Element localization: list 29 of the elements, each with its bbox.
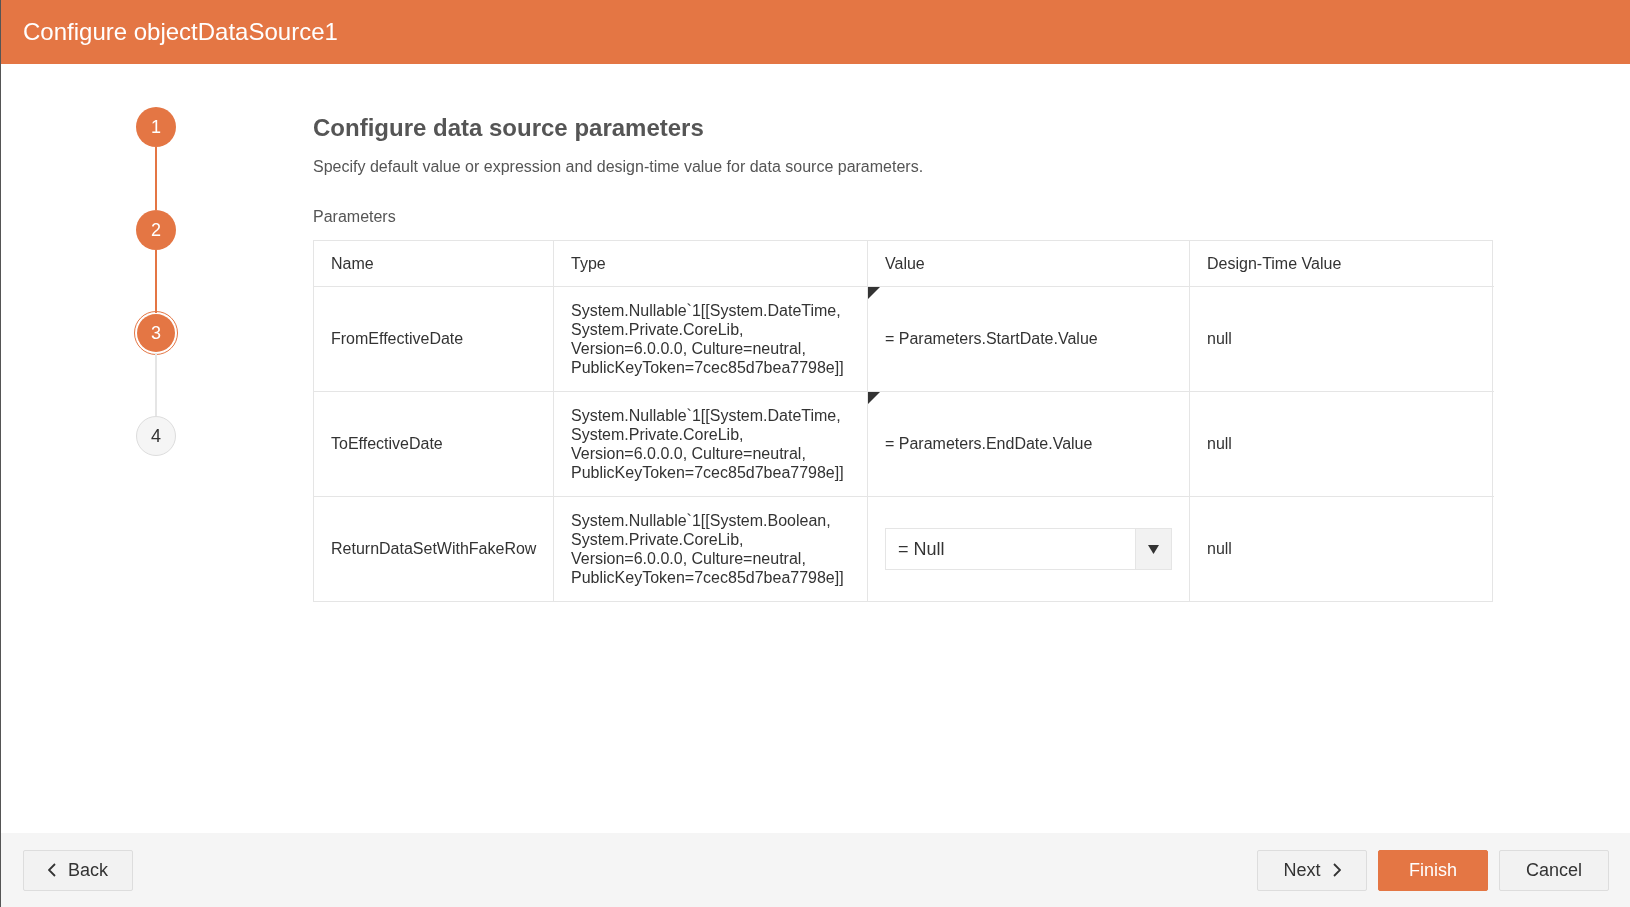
column-header: Design-Time Value (1190, 241, 1494, 287)
step-circle[interactable]: 4 (136, 416, 176, 456)
table-cell: System.Nullable`1[[System.Boolean, System.Private.CoreLib, Version=6.0.0.0, Culture=neutral, PublicKeyToken=7cec85d7bea7798e]] (554, 497, 868, 601)
window-title: Configure objectDataSource1 (23, 18, 338, 46)
expression-value[interactable]: = Parameters.StartDate.Value (885, 330, 1098, 348)
section-label: Parameters (313, 208, 397, 226)
table-cell: null (1190, 287, 1494, 392)
table-cell: ReturnDataSetWithFakeRow (314, 497, 554, 601)
page-description: Specify default value or expression and design-time value for data source parameters. (313, 158, 925, 176)
table-cell-text: null (1206, 539, 1233, 559)
dropdown-caret-icon (1148, 544, 1159, 554)
column-header: Type (554, 241, 868, 287)
chevron-right-icon (1332, 863, 1341, 877)
chevron-left-icon (48, 863, 56, 877)
column-header: Name (314, 241, 554, 287)
column-header: Value (868, 241, 1190, 287)
expression-value[interactable]: = Parameters.EndDate.Value (885, 435, 1093, 453)
cancel-button[interactable]: Cancel (1499, 849, 1609, 891)
table-cell: FromEffectiveDate (314, 287, 554, 392)
page-heading: Configure data source parameters (313, 114, 705, 142)
table-cell: ToEffectiveDate (314, 392, 554, 497)
next-button[interactable]: Next (1257, 849, 1367, 891)
step-connector (155, 147, 157, 210)
table-cell: System.Nullable`1[[System.DateTime, System.Private.CoreLib, Version=6.0.0.0, Culture=neutral, PublicKeyToken=7cec85d7bea7798e]] (554, 392, 868, 497)
table-cell: null (1190, 392, 1494, 497)
table-cell: System.Nullable`1[[System.DateTime, System.Private.CoreLib, Version=6.0.0.0, Culture=neutral, PublicKeyToken=7cec85d7bea7798e]] (554, 287, 868, 392)
back-button[interactable]: Back (23, 849, 133, 891)
value-dropdown[interactable]: = Null (885, 528, 1172, 570)
step-connector (155, 250, 157, 313)
